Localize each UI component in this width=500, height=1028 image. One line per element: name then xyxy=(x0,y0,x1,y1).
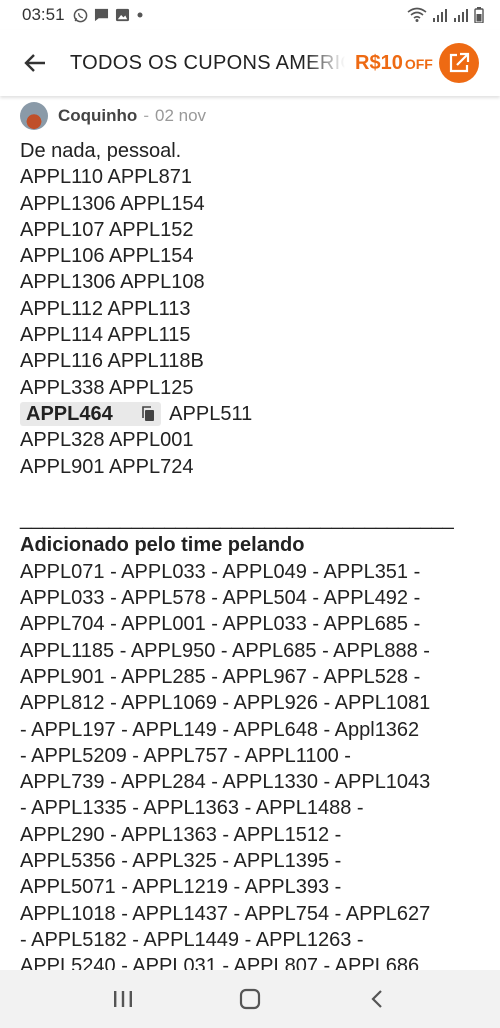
coupon-code-chip[interactable]: APPL464 xyxy=(20,402,161,427)
code-line: - APPL1335 - APPL1363 - APPL1488 - xyxy=(20,797,364,820)
code-line: APPL901 - APPL285 - APPL967 - APPL528 - xyxy=(20,665,421,688)
home-button[interactable] xyxy=(220,970,280,1028)
code-line: APPL5071 - APPL1219 - APPL393 - xyxy=(20,876,342,899)
code-line: APPL739 - APPL284 - APPL1330 - APPL1043 xyxy=(20,771,431,794)
back-button[interactable] xyxy=(0,30,70,96)
code-line: - APPL197 - APPL149 - APPL648 - Appl1362 xyxy=(20,718,420,741)
system-nav-bar xyxy=(0,970,500,1028)
separator: - xyxy=(143,106,149,125)
code-line: - APPL5209 - APPL757 - APPL1100 - xyxy=(20,744,351,767)
status-icons-left xyxy=(73,8,144,23)
divider-line: _______________________________________ xyxy=(20,508,454,531)
status-bar: 03:51 xyxy=(0,0,500,30)
comment-date: 02 nov xyxy=(154,106,207,125)
code-line: APPL033 - APPL578 - APPL504 - APPL492 - xyxy=(20,587,421,610)
comment-line: APPL114 APPL115 xyxy=(20,324,191,347)
comment-line: APPL107 APPL152 xyxy=(20,218,194,241)
home-icon xyxy=(239,988,261,1010)
coupon-code: APPL464 xyxy=(26,402,113,425)
code-line: APPL290 - APPL1363 - APPL1512 - xyxy=(20,823,342,846)
offer-amount: R$10 xyxy=(355,51,403,74)
signal-icon xyxy=(432,8,448,22)
page-title: TODOS OS CUPONS AMERICANAS xyxy=(70,51,345,75)
comment-header: Coquinho - 02 nov xyxy=(20,98,480,134)
recents-button[interactable] xyxy=(93,970,153,1028)
coupon-code-text: APPL511 xyxy=(169,402,253,425)
comment-line-with-chip: APPL464 APPL511 xyxy=(20,401,480,427)
code-line: APPL5356 - APPL325 - APPL1395 - xyxy=(20,850,342,873)
comment-line: APPL116 APPL118B xyxy=(20,350,204,373)
arrow-left-icon xyxy=(24,54,45,72)
code-line: APPL1018 - APPL1437 - APPL754 - APPL627 xyxy=(20,902,431,925)
comment-line: De nada, pessoal. xyxy=(20,140,182,162)
code-line: APPL704 - APPL001 - APPL033 - APPL685 - xyxy=(20,613,421,636)
comment-author[interactable]: Coquinho xyxy=(58,106,137,126)
message-icon xyxy=(94,8,109,22)
code-line: APPL812 - APPL1069 - APPL926 - APPL1081 xyxy=(20,692,431,715)
battery-icon xyxy=(474,7,484,23)
status-icons-right xyxy=(407,7,484,23)
open-external-button[interactable] xyxy=(438,43,479,83)
wifi-icon xyxy=(407,7,427,23)
signal-icon xyxy=(453,8,469,22)
comment-line: APPL110 APPL871 xyxy=(20,166,192,189)
comment-line: APPL106 APPL154 xyxy=(20,245,194,268)
dot-icon xyxy=(136,11,144,19)
comment-line: APPL1306 APPL108 xyxy=(20,271,205,294)
open-external-icon xyxy=(449,52,469,73)
offer-off-label: OFF xyxy=(404,55,433,72)
copy-icon[interactable] xyxy=(141,406,155,422)
recents-icon xyxy=(114,991,133,1007)
comment-line: APPL901 APPL724 xyxy=(20,455,194,478)
comment-line: APPL112 APPL113 xyxy=(20,297,191,320)
section-heading: Adicionado pelo time pelando xyxy=(20,534,305,557)
code-line: - APPL5182 - APPL1449 - APPL1263 - xyxy=(20,928,364,951)
back-nav-icon xyxy=(371,990,382,1008)
app-bar: TODOS OS CUPONS AMERICANAS R$10 OFF xyxy=(0,30,500,96)
comment-line: APPL328 APPL001 xyxy=(20,429,194,452)
comment-line: APPL1306 APPL154 xyxy=(20,192,205,215)
code-line: APPL5240 - APPL031 - APPL807 - APPL686 xyxy=(20,955,420,970)
avatar[interactable] xyxy=(20,102,48,130)
comment-line: APPL338 APPL125 xyxy=(20,376,194,399)
code-line: APPL071 - APPL033 - APPL049 - APPL351 - xyxy=(20,560,421,583)
code-line: APPL1185 - APPL950 - APPL685 - APPL888 - xyxy=(20,639,430,662)
gallery-icon xyxy=(115,8,130,22)
back-nav-button[interactable] xyxy=(347,970,407,1028)
comment-body: De nada, pessoal. APPL110 APPL871 APPL13… xyxy=(20,138,480,970)
status-time: 03:51 xyxy=(22,5,65,24)
whatsapp-icon xyxy=(73,8,88,23)
offer-badge[interactable]: R$10 OFF xyxy=(355,52,433,75)
comment-content: Coquinho - 02 nov De nada, pessoal. APPL… xyxy=(0,96,500,970)
